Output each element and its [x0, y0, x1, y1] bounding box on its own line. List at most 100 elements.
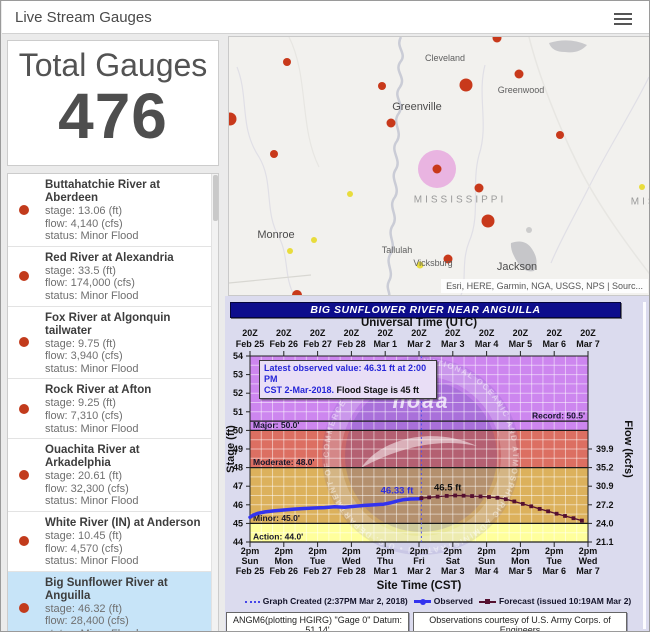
- svg-text:51: 51: [233, 407, 243, 417]
- gauge-status: status: Minor Flood: [45, 290, 205, 303]
- svg-text:Mar 1: Mar 1: [373, 566, 397, 576]
- gauge-status: status: Minor Flood: [45, 628, 205, 632]
- gauge-stage: stage: 9.25 (ft): [45, 397, 205, 410]
- svg-text:2pm: 2pm: [410, 546, 429, 556]
- legend-item: Observed: [414, 596, 473, 606]
- svg-text:Mar 4: Mar 4: [475, 566, 499, 576]
- map-gauge-marker-red[interactable]: [270, 150, 278, 158]
- svg-text:2pm: 2pm: [545, 546, 564, 556]
- hydrograph-chart: noaaNATIONAL OCEANIC AND ATMOSPHERIC ADM…: [225, 296, 650, 632]
- map-gauge-marker-red[interactable]: [229, 113, 237, 126]
- svg-text:2pm: 2pm: [241, 546, 260, 556]
- svg-text:20Z: 20Z: [580, 328, 596, 338]
- svg-text:20Z: 20Z: [411, 328, 427, 338]
- svg-text:20Z: 20Z: [546, 328, 562, 338]
- map-panel[interactable]: MISSISSIPPIMISSISSIPPIClevelandGreenwood…: [228, 36, 650, 296]
- svg-text:20Z: 20Z: [377, 328, 393, 338]
- gauge-status-dot: [19, 536, 29, 546]
- svg-text:Universal Time (UTC): Universal Time (UTC): [361, 317, 477, 329]
- svg-text:20Z: 20Z: [242, 328, 258, 338]
- svg-text:Mon: Mon: [511, 556, 530, 566]
- svg-text:2pm: 2pm: [444, 546, 463, 556]
- gage-datum-note: ANGM6(plotting HGIRG) "Gage 0" Datum: 51…: [226, 612, 409, 632]
- gauge-list-item[interactable]: Fox River at Algonquin tailwaterstage: 9…: [8, 307, 211, 380]
- gauge-name: Buttahatchie River at Aberdeen: [45, 179, 205, 205]
- svg-text:20Z: 20Z: [445, 328, 461, 338]
- dotted-swatch: [245, 601, 260, 603]
- svg-text:Wed: Wed: [579, 556, 598, 566]
- gauge-list-item[interactable]: Big Sunflower River at Anguillastage: 46…: [8, 572, 211, 632]
- svg-text:2pm: 2pm: [342, 546, 361, 556]
- map-gauge-marker-red[interactable]: [444, 255, 453, 264]
- map-gauge-marker-yellow[interactable]: [311, 237, 317, 243]
- gauge-flow: flow: 3,940 (cfs): [45, 350, 205, 363]
- gauge-status-dot: [19, 603, 29, 613]
- map-gauge-marker-red[interactable]: [515, 70, 524, 79]
- svg-text:Feb 27: Feb 27: [303, 566, 332, 576]
- map-gauge-marker-red[interactable]: [460, 79, 473, 92]
- hamburger-menu-icon[interactable]: [614, 10, 634, 26]
- svg-text:20Z: 20Z: [276, 328, 292, 338]
- map-gauge-marker-red[interactable]: [378, 82, 386, 90]
- svg-text:Major: 50.0': Major: 50.0': [253, 420, 299, 430]
- svg-text:Flow (kcfs): Flow (kcfs): [622, 420, 634, 478]
- svg-text:Mar 5: Mar 5: [509, 566, 533, 576]
- gauge-status: status: Minor Flood: [45, 423, 205, 436]
- map-gauge-marker-red[interactable]: [283, 58, 291, 66]
- svg-text:Mar 4: Mar 4: [475, 339, 499, 349]
- svg-text:35.2: 35.2: [596, 463, 614, 473]
- svg-text:Mar 6: Mar 6: [542, 566, 566, 576]
- gauge-stage: stage: 9.75 (ft): [45, 338, 205, 351]
- svg-text:20Z: 20Z: [479, 328, 495, 338]
- svg-text:24.0: 24.0: [596, 518, 614, 528]
- map-gauge-marker-yellow[interactable]: [287, 248, 293, 254]
- list-scrollbar-thumb[interactable]: [213, 175, 218, 221]
- gauge-name: Red River at Alexandria: [45, 252, 205, 265]
- legend-label: Forecast (issued 10:19AM Mar 2): [499, 596, 631, 606]
- gauge-flow: flow: 4,570 (cfs): [45, 543, 205, 556]
- svg-text:Feb 28: Feb 28: [337, 339, 366, 349]
- latest-observed-annotation: Latest observed value: 46.31 ft at 2:00 …: [259, 360, 437, 399]
- gauge-status-dot: [19, 337, 29, 347]
- svg-text:46.5 ft: 46.5 ft: [434, 482, 462, 493]
- gauge-status: status: Minor Flood: [45, 495, 205, 508]
- gauge-list-item[interactable]: White River (IN) at Andersonstage: 10.45…: [8, 512, 211, 572]
- svg-text:Mar 5: Mar 5: [509, 339, 533, 349]
- app-window: Live Stream Gauges Total Gauges 476 Butt…: [0, 0, 650, 632]
- gauge-status: status: Minor Flood: [45, 555, 205, 568]
- svg-text:Sun: Sun: [478, 556, 495, 566]
- gauge-list-item[interactable]: Buttahatchie River at Aberdeenstage: 13.…: [8, 174, 211, 247]
- legend-item: Graph Created (2:37PM Mar 2, 2018): [245, 596, 408, 606]
- svg-text:Feb 25: Feb 25: [236, 339, 265, 349]
- list-scrollbar[interactable]: [211, 174, 218, 631]
- page-title: Live Stream Gauges: [15, 9, 152, 26]
- svg-text:20Z: 20Z: [344, 328, 360, 338]
- map-gauge-marker-red[interactable]: [475, 184, 484, 193]
- gauge-stage: stage: 20.61 (ft): [45, 470, 205, 483]
- map-gauge-marker-yellow[interactable]: [639, 184, 645, 190]
- svg-text:2pm: 2pm: [511, 546, 530, 556]
- gauge-list-item[interactable]: Ouachita River at Arkadelphiastage: 20.6…: [8, 439, 211, 512]
- observed-swatch: [414, 600, 431, 603]
- svg-text:Sun: Sun: [242, 556, 259, 566]
- svg-text:Sat: Sat: [446, 556, 460, 566]
- map-gauge-marker-yellow[interactable]: [347, 191, 353, 197]
- svg-text:Mar 2: Mar 2: [407, 339, 431, 349]
- gauge-list-item[interactable]: Rock River at Aftonstage: 9.25 (ft)flow:…: [8, 379, 211, 439]
- map-gauge-marker-red[interactable]: [493, 37, 502, 43]
- map-gauge-marker-red[interactable]: [482, 215, 495, 228]
- map-gauge-marker-yellow[interactable]: [417, 262, 424, 269]
- legend-item: Forecast (issued 10:19AM Mar 2): [479, 596, 631, 606]
- svg-text:Mar 2: Mar 2: [407, 566, 431, 576]
- map-gauge-marker-red[interactable]: [556, 131, 564, 139]
- gauge-status-dot: [19, 205, 29, 215]
- gauge-list-item[interactable]: Red River at Alexandriastage: 33.5 (ft)f…: [8, 247, 211, 307]
- map-gauge-marker-red[interactable]: [433, 165, 442, 174]
- svg-text:2pm: 2pm: [308, 546, 327, 556]
- hydrograph-panel: noaaNATIONAL OCEANIC AND ATMOSPHERIC ADM…: [225, 296, 650, 632]
- chart-legend: Graph Created (2:37PM Mar 2, 2018) Observ…: [225, 596, 650, 606]
- svg-text:Feb 27: Feb 27: [303, 339, 332, 349]
- map-gauge-marker-red[interactable]: [387, 119, 396, 128]
- gauge-name: Fox River at Algonquin tailwater: [45, 312, 205, 338]
- svg-text:2pm: 2pm: [579, 546, 598, 556]
